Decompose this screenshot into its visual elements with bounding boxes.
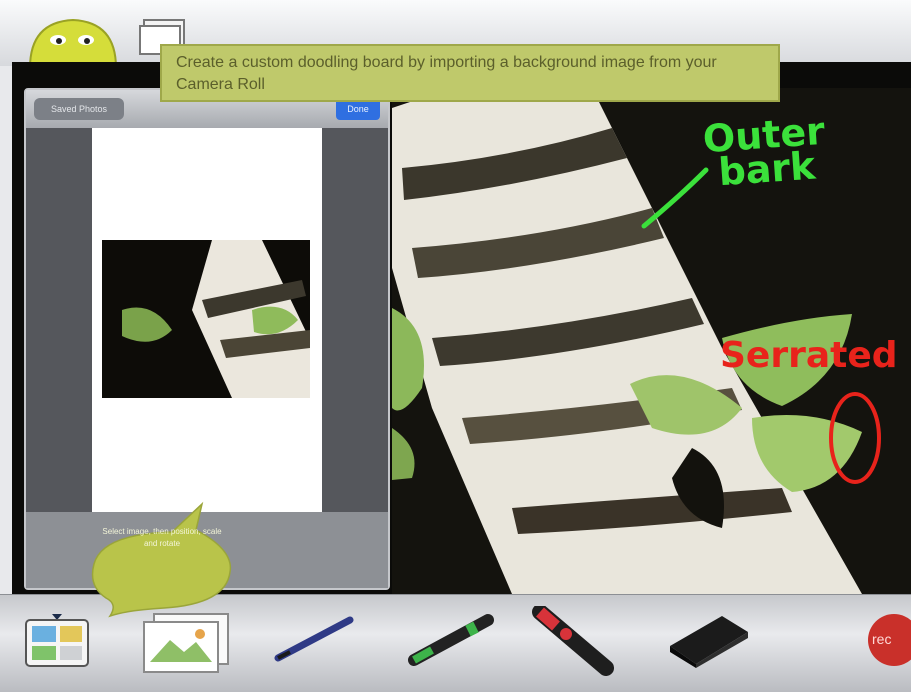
selected-image-thumbnail[interactable] [102, 240, 310, 398]
doodle-app: Outer bark Serrated Saved Photos Done Cr… [0, 0, 911, 692]
board-preview-page[interactable] [92, 128, 322, 514]
annotation-arrow [641, 167, 709, 229]
tip-banner: Create a custom doodling board by import… [160, 44, 780, 102]
mascot-icon[interactable] [28, 16, 118, 68]
annotation-circle [829, 392, 881, 484]
import-image-icon[interactable] [140, 612, 232, 674]
annotation-outer-bark[interactable]: Outer bark [701, 109, 828, 194]
hint-bubble [91, 501, 232, 618]
saved-photos-button[interactable]: Saved Photos [34, 98, 124, 120]
marker-icon[interactable] [404, 612, 496, 668]
hint-bubble-text: Select image, then position, scale and r… [102, 527, 222, 548]
boards-icon[interactable] [24, 614, 90, 672]
record-label: rec [872, 631, 892, 647]
eraser-icon[interactable] [666, 612, 752, 668]
pen-icon[interactable] [272, 614, 356, 664]
highlighter-icon[interactable] [530, 606, 620, 678]
annotation-serrated[interactable]: Serrated [720, 336, 898, 376]
